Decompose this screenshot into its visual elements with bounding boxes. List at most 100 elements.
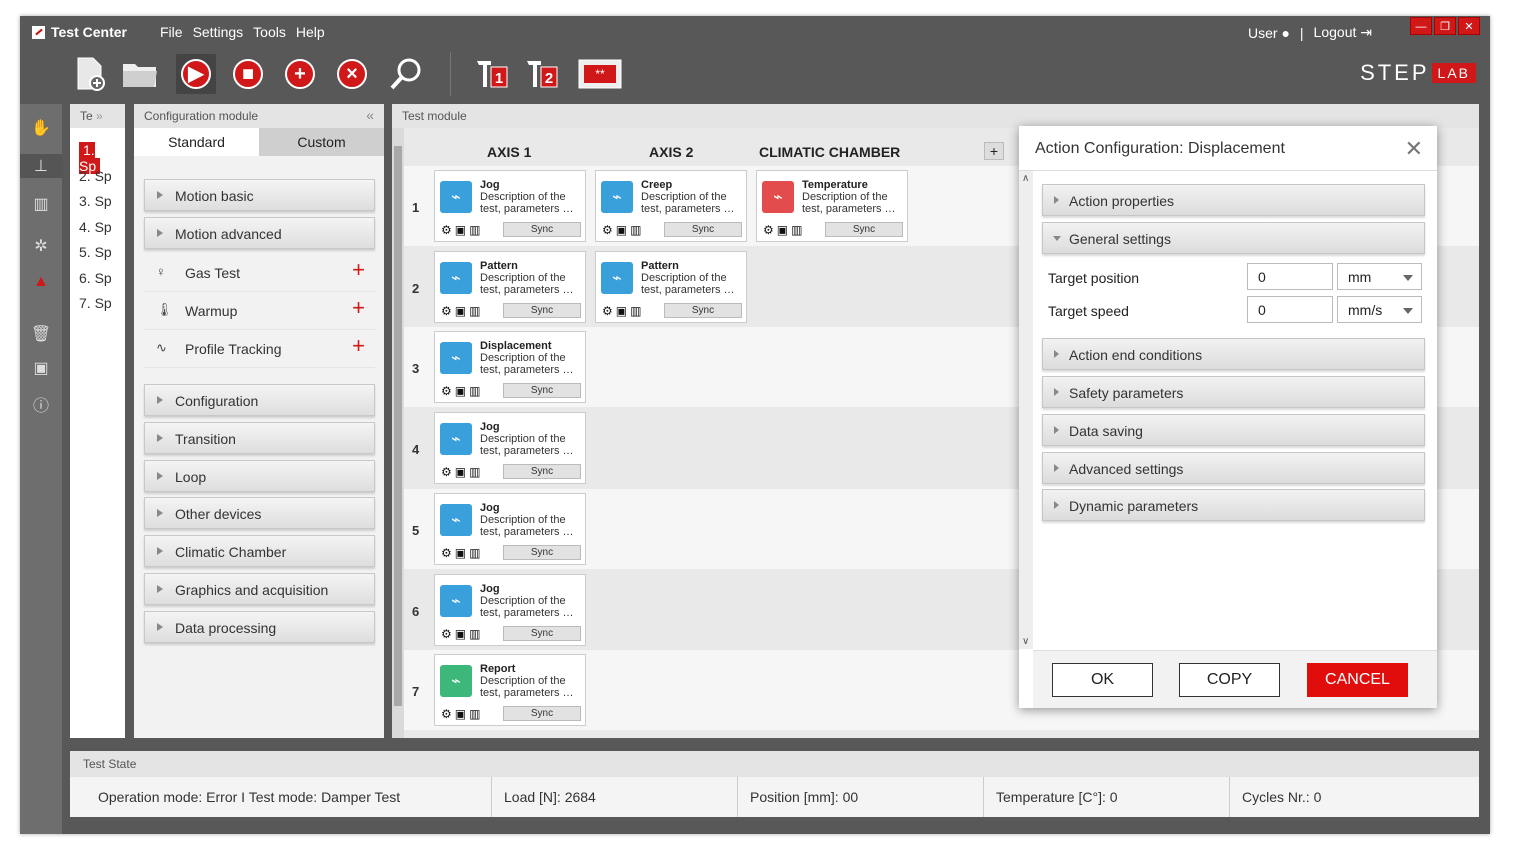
sync-button[interactable]: Sync bbox=[503, 706, 581, 722]
user-menu[interactable]: User ● bbox=[1248, 25, 1290, 41]
group-transition[interactable]: Transition bbox=[144, 422, 375, 454]
probe-2-button[interactable]: 2 bbox=[522, 54, 562, 94]
ok-button[interactable]: OK bbox=[1052, 663, 1153, 697]
group-motion-advanced[interactable]: Motion advanced bbox=[144, 217, 375, 249]
gear-icon[interactable]: ⚙ bbox=[602, 304, 616, 318]
section-general-settings[interactable]: General settings bbox=[1042, 222, 1425, 254]
save-icon[interactable]: ▣ bbox=[29, 356, 53, 380]
trash-icon[interactable]: 🗑 bbox=[29, 322, 53, 346]
save-icon[interactable]: ▣ bbox=[455, 465, 469, 479]
collapse-icon[interactable]: « bbox=[366, 107, 374, 123]
play-button[interactable]: ▶ bbox=[176, 54, 216, 94]
action-card[interactable]: ⌁ Pattern Description of the test, paramet… bbox=[595, 250, 747, 323]
group-graphics-acquisition[interactable]: Graphics and acquisition bbox=[144, 573, 375, 605]
trash-icon[interactable]: ▥ bbox=[469, 304, 483, 318]
test-list-item[interactable]: 4. Sp bbox=[70, 215, 125, 241]
gear-icon[interactable]: ⚙ bbox=[441, 465, 455, 479]
add-gas-test-icon[interactable]: + bbox=[352, 259, 365, 281]
action-profile-tracking[interactable]: ∿ Profile Tracking + bbox=[144, 330, 375, 368]
trash-icon[interactable]: ▥ bbox=[469, 546, 483, 560]
target-position-unit-select[interactable]: mm bbox=[1337, 263, 1422, 290]
gear-icon[interactable]: ⚙ bbox=[441, 707, 455, 721]
restore-button[interactable]: ❐ bbox=[1434, 17, 1456, 35]
stop-button[interactable]: ■ bbox=[228, 54, 268, 94]
action-card[interactable]: ⌁ Creep Description of the test, parameter… bbox=[595, 170, 747, 242]
test-list-item[interactable]: 7. Sp bbox=[70, 291, 125, 317]
gear-icon[interactable]: ⚙ bbox=[441, 627, 455, 641]
test-list-item[interactable]: 6. Sp bbox=[70, 266, 125, 292]
target-speed-unit-select[interactable]: mm/s bbox=[1337, 296, 1422, 323]
bars-icon[interactable]: ▥ bbox=[29, 192, 53, 216]
target-speed-input[interactable]: 0 bbox=[1247, 296, 1333, 323]
save-icon[interactable]: ▣ bbox=[455, 627, 469, 641]
trash-icon[interactable]: ▥ bbox=[469, 627, 483, 641]
sync-button[interactable]: Sync bbox=[503, 222, 581, 237]
target-position-input[interactable]: 0 bbox=[1247, 263, 1333, 290]
sync-button[interactable]: Sync bbox=[664, 222, 742, 237]
warning-icon[interactable]: ▲ bbox=[29, 270, 53, 294]
save-icon[interactable]: ▣ bbox=[455, 304, 469, 318]
scroll-up-icon[interactable]: ∧ bbox=[1022, 173, 1029, 184]
search-button[interactable] bbox=[386, 54, 426, 94]
action-card[interactable]: ⌁ Jog Description of the test, parameters … bbox=[434, 170, 586, 242]
gear-icon[interactable]: ⚙ bbox=[602, 223, 616, 237]
probe-1-button[interactable]: 1 bbox=[472, 54, 512, 94]
gear-icon[interactable]: ⚙ bbox=[441, 546, 455, 560]
section-action-properties[interactable]: Action properties bbox=[1042, 184, 1425, 216]
dialog-scrollbar[interactable]: ∧ ∨ bbox=[1019, 171, 1033, 649]
section-advanced-settings[interactable]: Advanced settings bbox=[1042, 452, 1425, 484]
specimen-icon[interactable]: ⊥ bbox=[20, 154, 62, 178]
new-file-button[interactable] bbox=[70, 54, 110, 94]
save-icon[interactable]: ▣ bbox=[455, 384, 469, 398]
section-dynamic-parameters[interactable]: Dynamic parameters bbox=[1042, 489, 1425, 521]
close-icon[interactable]: ✕ bbox=[1405, 136, 1423, 162]
action-warmup[interactable]: 🌡 Warmup + bbox=[144, 292, 375, 330]
action-gas-test[interactable]: ♀ Gas Test + bbox=[144, 254, 375, 292]
add-profile-tracking-icon[interactable]: + bbox=[352, 335, 365, 357]
sync-button[interactable]: Sync bbox=[664, 302, 742, 318]
sync-button[interactable]: Sync bbox=[503, 544, 581, 560]
test-scrollbar[interactable] bbox=[392, 128, 404, 738]
cancel-button[interactable]: × bbox=[332, 54, 372, 94]
test-list-item[interactable]: 3. Sp bbox=[70, 189, 125, 215]
menu-tools[interactable]: Tools bbox=[253, 24, 286, 40]
add-column-button[interactable]: + bbox=[984, 142, 1004, 160]
save-icon[interactable]: ▣ bbox=[777, 223, 791, 237]
copy-button[interactable]: COPY bbox=[1179, 663, 1280, 697]
open-folder-button[interactable] bbox=[120, 54, 160, 94]
trash-icon[interactable]: ▥ bbox=[469, 707, 483, 721]
climatic-display-button[interactable]: ** bbox=[578, 54, 622, 94]
close-button[interactable]: ✕ bbox=[1458, 17, 1480, 35]
action-card[interactable]: ⌁ Jog Description of the test, parameters … bbox=[434, 492, 586, 565]
action-card[interactable]: ⌁ Jog Description of the test, parameters … bbox=[434, 412, 586, 485]
tab-custom[interactable]: Custom bbox=[259, 128, 384, 156]
menu-help[interactable]: Help bbox=[296, 24, 325, 40]
save-icon[interactable]: ▣ bbox=[616, 304, 630, 318]
group-configuration[interactable]: Configuration bbox=[144, 384, 375, 416]
sync-button[interactable]: Sync bbox=[503, 383, 581, 399]
add-button[interactable]: + bbox=[280, 54, 320, 94]
test-list-item[interactable]: 5. Sp bbox=[70, 240, 125, 266]
trash-icon[interactable]: ▥ bbox=[791, 223, 805, 237]
save-icon[interactable]: ▣ bbox=[455, 223, 469, 237]
group-motion-basic[interactable]: Motion basic bbox=[144, 179, 375, 211]
action-card[interactable]: ⌁ Pattern Description of the test, paramet… bbox=[434, 250, 586, 323]
sync-button[interactable]: Sync bbox=[825, 222, 903, 237]
section-data-saving[interactable]: Data saving bbox=[1042, 414, 1425, 446]
scroll-down-icon[interactable]: ∨ bbox=[1022, 636, 1029, 647]
save-icon[interactable]: ▣ bbox=[455, 546, 469, 560]
logout-link[interactable]: Logout ⇥ bbox=[1314, 24, 1372, 41]
gear-icon[interactable]: ⚙ bbox=[763, 223, 777, 237]
gear-icon[interactable]: ⚙ bbox=[441, 223, 455, 237]
scroll-thumb[interactable] bbox=[394, 146, 402, 706]
test-list-item[interactable]: 1. Sp bbox=[70, 138, 125, 174]
cancel-dialog-button[interactable]: CANCEL bbox=[1307, 663, 1408, 697]
minimize-button[interactable]: — bbox=[1410, 17, 1432, 35]
gear-icon[interactable]: ⚙ bbox=[441, 304, 455, 318]
trash-icon[interactable]: ▥ bbox=[469, 384, 483, 398]
hand-icon[interactable]: ✋ bbox=[29, 116, 53, 140]
sync-button[interactable]: Sync bbox=[503, 302, 581, 318]
action-card[interactable]: ⌁ Report Description of the test, paramete… bbox=[434, 654, 586, 727]
action-card[interactable]: ⌁ Displacement Description of the test, pa… bbox=[434, 331, 586, 404]
trash-icon[interactable]: ▥ bbox=[469, 465, 483, 479]
